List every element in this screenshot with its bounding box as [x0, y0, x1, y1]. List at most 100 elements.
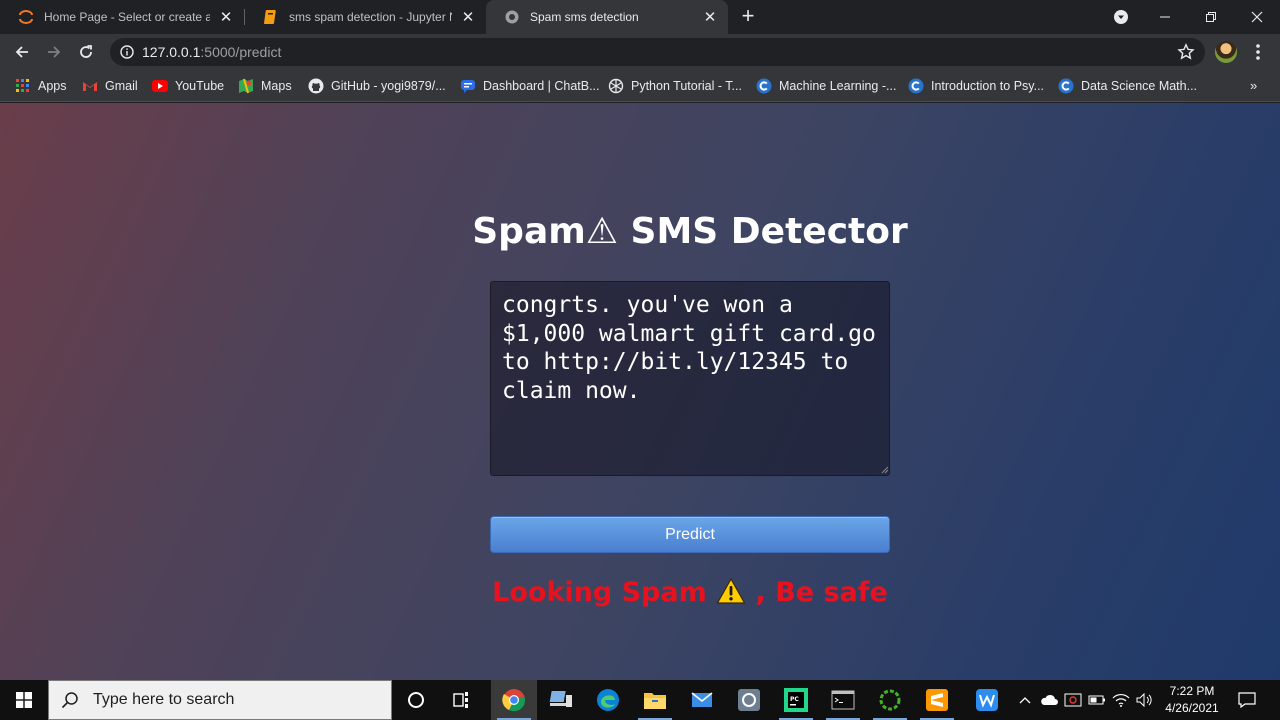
bookmark-intro-psychology[interactable]: Introduction to Psy...: [908, 76, 1044, 96]
notebook-icon: [263, 9, 279, 25]
terminal-icon: [831, 690, 855, 710]
cortana-button[interactable]: [393, 680, 439, 720]
taskbar-terminal[interactable]: [820, 680, 866, 720]
system-clock[interactable]: 7:22 PM 4/26/2021: [1158, 683, 1226, 717]
tab-title: sms spam detection - Jupyter No: [289, 10, 452, 24]
taskbar-wps[interactable]: [964, 680, 1010, 720]
tab-spam-detection[interactable]: Spam sms detection ✕: [486, 0, 728, 34]
chatbot-icon: [460, 78, 476, 94]
close-icon[interactable]: ✕: [702, 9, 718, 26]
bookmark-label: YouTube: [175, 79, 225, 93]
forward-arrow-icon: [48, 46, 61, 58]
taskbar-edge[interactable]: [585, 680, 631, 720]
bookmark-youtube[interactable]: YouTube: [152, 76, 224, 96]
close-icon[interactable]: ✕: [460, 9, 476, 26]
bookmark-python-tutorial[interactable]: Python Tutorial - T...: [608, 76, 742, 96]
globe-icon: [504, 9, 520, 25]
bookmark-chatbot-dashboard[interactable]: Dashboard | ChatB...: [460, 76, 600, 96]
taskbar-mail[interactable]: [679, 680, 725, 720]
tab-title: Home Page - Select or create a n: [44, 10, 210, 24]
battery-icon: [1088, 695, 1105, 705]
jupyter-icon: [18, 9, 34, 25]
bookmark-label: Apps: [38, 79, 67, 93]
bookmark-star-icon[interactable]: [1177, 43, 1195, 61]
restore-button[interactable]: [1188, 0, 1234, 34]
volume-tray[interactable]: [1134, 680, 1156, 720]
coursera-icon: [908, 78, 924, 94]
info-icon[interactable]: [120, 45, 134, 59]
more-bookmarks-button[interactable]: »: [1250, 78, 1257, 93]
taskbar-jupyter-kernel[interactable]: [867, 680, 913, 720]
tutorial-icon: [608, 78, 624, 94]
forward-button[interactable]: [40, 38, 68, 66]
pycharm-icon: PC: [784, 688, 808, 712]
page-content: Spam⚠ SMS Detector Predict Looking Spam …: [0, 103, 1280, 680]
profile-avatar[interactable]: [1215, 41, 1237, 63]
coursera-icon: [756, 78, 772, 94]
bookmark-label: Python Tutorial - T...: [631, 79, 742, 93]
prediction-result: Looking Spam , Be safe: [0, 577, 1280, 608]
resize-handle-icon[interactable]: [880, 465, 889, 474]
svg-text:PC: PC: [790, 696, 799, 703]
tab-title: Spam sms detection: [530, 10, 639, 24]
taskbar-sublime[interactable]: [914, 680, 960, 720]
taskbar-chrome[interactable]: [491, 680, 537, 720]
speaker-icon: [1136, 693, 1152, 707]
app-icon: [738, 689, 760, 711]
taskbar-search[interactable]: Type here to search: [48, 680, 392, 720]
tab-jupyter-home[interactable]: Home Page - Select or create a n ✕: [0, 0, 244, 34]
bookmark-label: Introduction to Psy...: [931, 79, 1045, 93]
minimize-button[interactable]: [1142, 0, 1188, 34]
back-arrow-icon: [15, 46, 28, 58]
bookmark-gmail[interactable]: Gmail: [82, 76, 138, 96]
result-suffix: , Be safe: [746, 577, 888, 608]
bookmarks-bar: Apps Gmail YouTube Maps GitHub - yogi987…: [0, 70, 1280, 102]
predict-button[interactable]: Predict: [490, 516, 890, 553]
browser-toolbar: 127.0.0.1:5000/predict: [0, 34, 1280, 70]
task-view-button[interactable]: [440, 680, 486, 720]
taskbar-app-gray[interactable]: [726, 680, 772, 720]
bookmark-github[interactable]: GitHub - yogi9879/...: [308, 76, 446, 96]
show-hidden-icons[interactable]: [1015, 680, 1035, 720]
action-center-button[interactable]: [1234, 680, 1260, 720]
github-icon: [308, 78, 324, 94]
page-title: Spam⚠ SMS Detector: [472, 211, 908, 252]
new-tab-button[interactable]: +: [736, 4, 760, 28]
wps-icon: [976, 689, 998, 711]
wifi-tray[interactable]: [1110, 680, 1132, 720]
tab-search-button[interactable]: [1098, 0, 1144, 34]
chevron-up-icon: [1019, 697, 1031, 704]
search-icon: [61, 692, 78, 709]
back-button[interactable]: [8, 38, 36, 66]
maps-icon: [238, 78, 254, 94]
taskbar-computer[interactable]: [538, 680, 584, 720]
taskbar-pycharm[interactable]: PC: [773, 680, 819, 720]
clock-date: 4/26/2021: [1165, 701, 1219, 715]
onedrive-tray[interactable]: [1038, 680, 1060, 720]
coursera-icon: [1058, 78, 1074, 94]
bookmark-label: Data Science Math...: [1081, 79, 1198, 93]
bookmark-maps[interactable]: Maps: [238, 76, 292, 96]
bookmark-data-science-math[interactable]: Data Science Math...: [1058, 76, 1197, 96]
security-tray[interactable]: [1062, 680, 1084, 720]
notification-icon: [1238, 692, 1256, 708]
bookmark-label: Dashboard | ChatB...: [483, 79, 600, 93]
more-menu-icon[interactable]: [1250, 42, 1266, 62]
bookmark-machine-learning[interactable]: Machine Learning -...: [756, 76, 896, 96]
warning-icon: [717, 578, 746, 604]
close-icon[interactable]: ✕: [218, 9, 234, 26]
reload-button[interactable]: [72, 38, 100, 66]
cloud-icon: [1041, 694, 1058, 705]
edge-icon: [597, 689, 619, 711]
tab-jupyter-notebook[interactable]: sms spam detection - Jupyter No ✕: [245, 0, 486, 34]
message-input[interactable]: [490, 281, 890, 476]
wifi-icon: [1112, 694, 1130, 707]
address-bar[interactable]: 127.0.0.1:5000/predict: [110, 38, 1205, 66]
bookmark-apps[interactable]: Apps: [15, 76, 67, 96]
url-path: :5000/predict: [200, 44, 282, 60]
taskbar-file-explorer[interactable]: [632, 680, 678, 720]
start-button[interactable]: [0, 680, 48, 720]
close-window-button[interactable]: [1234, 0, 1280, 34]
battery-tray[interactable]: [1086, 680, 1108, 720]
cortana-icon: [408, 692, 424, 708]
